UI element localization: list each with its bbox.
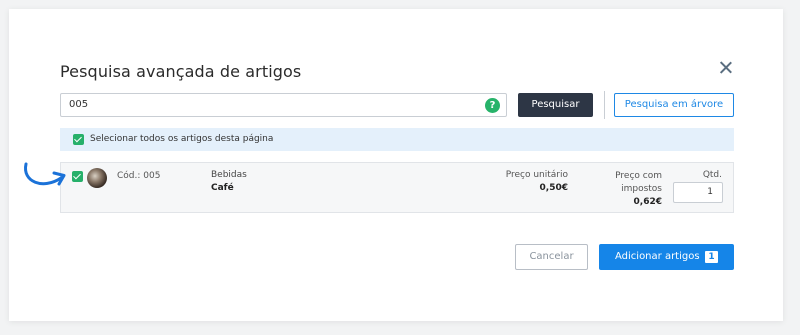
- cancel-button[interactable]: Cancelar: [515, 244, 588, 270]
- unit-price-value: 0,50€: [539, 183, 568, 193]
- question-icon[interactable]: ?: [485, 98, 500, 113]
- search-button[interactable]: Pesquisar: [518, 93, 593, 117]
- select-all-label: Selecionar todos os artigos desta página: [90, 134, 274, 144]
- add-articles-button[interactable]: Adicionar artigos 1: [599, 244, 734, 270]
- search-input[interactable]: 005 ?: [60, 93, 507, 117]
- tax-price-label: Preço com impostos: [615, 171, 662, 194]
- select-all-checkbox[interactable]: [73, 134, 84, 145]
- quantity-label: Qtd.: [702, 170, 722, 180]
- select-all-row[interactable]: Selecionar todos os artigos desta página: [60, 128, 734, 151]
- divider: [604, 91, 605, 119]
- article-name: Café: [211, 183, 234, 193]
- table-row[interactable]: Cód.: 005 Bebidas Café Preço unitário 0,…: [60, 162, 734, 213]
- unit-price-label: Preço unitário: [505, 170, 568, 180]
- article-code: Cód.: 005: [117, 171, 161, 181]
- product-thumbnail: [87, 168, 107, 188]
- add-articles-label: Adicionar artigos: [615, 251, 700, 262]
- article-category: Bebidas: [211, 170, 247, 180]
- count-badge: 1: [705, 251, 718, 263]
- dialog-title: Pesquisa avançada de artigos: [60, 62, 302, 81]
- tree-search-button[interactable]: Pesquisa em árvore: [614, 93, 734, 117]
- search-input-value[interactable]: 005: [69, 99, 88, 110]
- tax-price-value: 0,62€: [633, 197, 662, 207]
- advanced-search-dialog: Pesquisa avançada de artigos 005 ? Pesqu…: [9, 9, 783, 321]
- quantity-input[interactable]: 1: [673, 182, 723, 203]
- close-icon[interactable]: [717, 59, 735, 77]
- curved-arrow-icon: [24, 162, 66, 186]
